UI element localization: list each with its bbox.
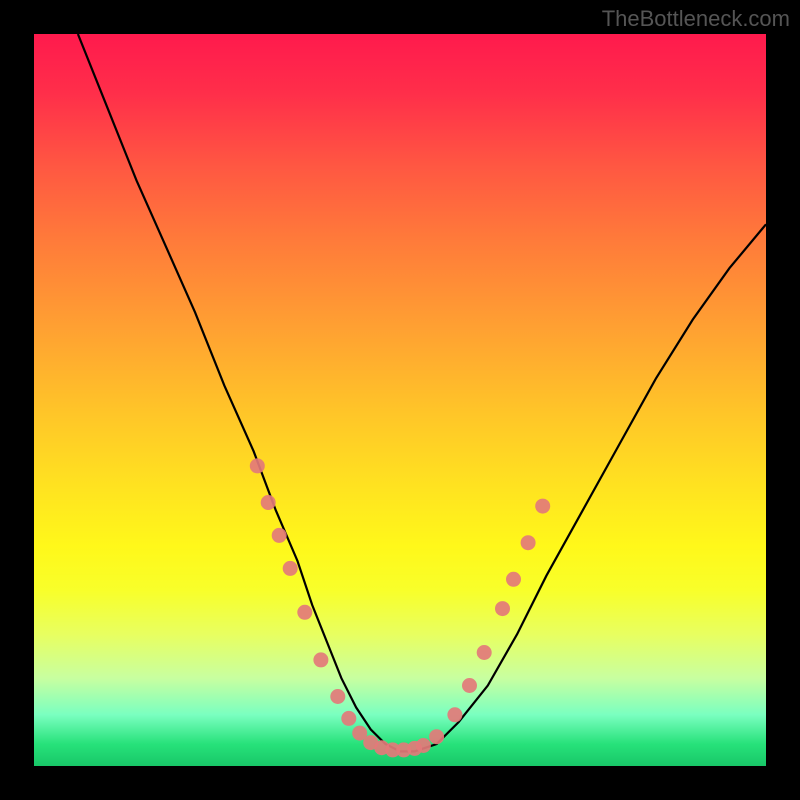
marker-dot bbox=[462, 678, 477, 693]
marker-dot bbox=[261, 495, 276, 510]
bottleneck-curve bbox=[78, 34, 766, 751]
marker-dot bbox=[521, 535, 536, 550]
marker-dot bbox=[477, 645, 492, 660]
marker-dot bbox=[283, 561, 298, 576]
chart-overlay bbox=[34, 34, 766, 766]
marker-dot bbox=[272, 528, 287, 543]
chart-container: TheBottleneck.com bbox=[0, 0, 800, 800]
marker-dot bbox=[495, 601, 510, 616]
marker-dot bbox=[447, 707, 462, 722]
watermark-text: TheBottleneck.com bbox=[602, 6, 790, 32]
marker-dot bbox=[341, 711, 356, 726]
marker-dot bbox=[330, 689, 345, 704]
marker-dot bbox=[250, 458, 265, 473]
marker-dot bbox=[416, 738, 431, 753]
plot-area bbox=[34, 34, 766, 766]
marker-dot bbox=[506, 572, 521, 587]
marker-dot bbox=[297, 605, 312, 620]
marker-dot bbox=[429, 729, 444, 744]
marker-dot bbox=[535, 499, 550, 514]
marker-dot bbox=[313, 652, 328, 667]
marker-dots bbox=[250, 458, 550, 757]
